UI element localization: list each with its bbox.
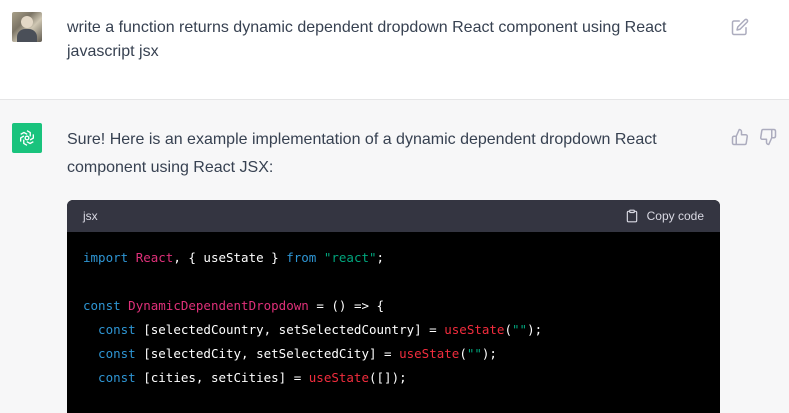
code-block: jsx Copy code import React, { useState }… (67, 200, 720, 413)
code-line: const [selectedCity, setSelectedCity] = … (83, 346, 497, 361)
copy-code-label: Copy code (646, 209, 704, 223)
openai-logo-icon (12, 123, 42, 153)
code-line: const DynamicDependentDropdown = () => { (83, 298, 385, 313)
user-avatar (12, 12, 42, 42)
user-message: write a function returns dynamic depende… (0, 0, 789, 100)
code-content: import React, { useState } from "react";… (67, 232, 720, 404)
edit-icon[interactable] (731, 18, 749, 36)
code-header: jsx Copy code (67, 200, 720, 232)
assistant-message: Sure! Here is an example implementation … (0, 100, 789, 413)
user-message-text: write a function returns dynamic depende… (67, 19, 667, 60)
code-language-label: jsx (83, 209, 98, 223)
clipboard-icon (626, 209, 637, 223)
thumbs-down-icon[interactable] (759, 128, 777, 146)
code-line: const [cities, setCities] = useState([])… (83, 370, 407, 385)
thumbs-up-icon[interactable] (731, 128, 749, 146)
code-line: const [selectedCountry, setSelectedCount… (83, 322, 543, 337)
code-line: import React, { useState } from "react"; (83, 250, 385, 265)
assistant-message-text: Sure! Here is an example implementation … (67, 131, 657, 176)
copy-code-button[interactable]: Copy code (625, 209, 704, 223)
